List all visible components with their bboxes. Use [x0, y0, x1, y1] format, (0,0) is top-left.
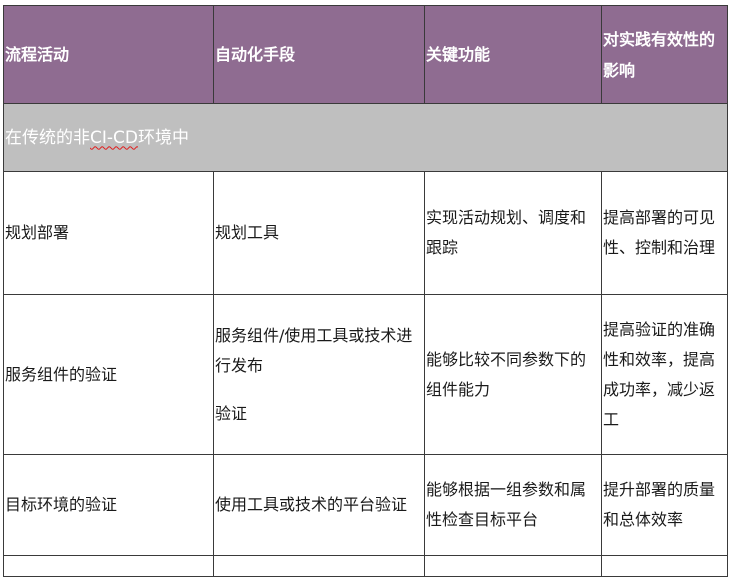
- section-heading-suffix: 环境中: [137, 127, 189, 148]
- function-cell: 能够比较不同参数下的组件能力: [424, 294, 602, 455]
- process-automation-table: 流程活动 自动化手段 关键功能 对实践有效性的影响 在传统的非CI-CD环境中 …: [3, 5, 728, 577]
- function-cell: 能够根据一组参数和属性检查目标平台: [424, 454, 602, 556]
- section-heading: 在传统的非CI-CD环境中: [3, 103, 728, 172]
- table-row: 目标环境的验证 使用工具或技术的平台验证 能够根据一组参数和属性检查目标平台 提…: [3, 454, 728, 556]
- empty-cell: [3, 555, 214, 577]
- empty-cell: [601, 555, 728, 577]
- automation-text: 服务组件/使用工具或技术进行发布: [215, 325, 413, 375]
- automation-text: 验证: [215, 403, 248, 423]
- section-heading-prefix: 在传统的非: [5, 127, 90, 148]
- impact-cell: 提高验证的准确性和效率，提高成功率，减少返工: [601, 294, 728, 455]
- header-cell-activity: 流程活动: [3, 5, 214, 104]
- impact-cell: 提升部署的质量和总体效率: [601, 454, 728, 556]
- empty-cell: [213, 555, 425, 577]
- table-row: 规划部署 规划工具 实现活动规划、调度和跟踪 提高部署的可见性、控制和治理: [3, 171, 728, 295]
- automation-cell: 规划工具: [213, 171, 425, 295]
- activity-cell: 目标环境的验证: [3, 454, 214, 556]
- table-header-row: 流程活动 自动化手段 关键功能 对实践有效性的影响: [3, 5, 728, 104]
- automation-text: 规划工具: [215, 223, 280, 242]
- empty-cell: [424, 555, 602, 577]
- header-cell-impact: 对实践有效性的影响: [601, 5, 728, 104]
- section-row: 在传统的非CI-CD环境中: [3, 103, 728, 172]
- automation-text: 使用工具或技术的平台验证: [215, 495, 408, 514]
- spellcheck-flagged-word: CI-CD: [90, 127, 138, 148]
- table-row: 服务组件的验证 服务组件/使用工具或技术进行发布 验证 能够比较不同参数下的组件…: [3, 294, 728, 455]
- activity-cell: 服务组件的验证: [3, 294, 214, 455]
- header-cell-automation: 自动化手段: [213, 5, 425, 104]
- automation-cell: 服务组件/使用工具或技术进行发布 验证: [213, 294, 425, 455]
- table-row-partial: [3, 555, 728, 577]
- impact-cell: 提高部署的可见性、控制和治理: [601, 171, 728, 295]
- activity-cell: 规划部署: [3, 171, 214, 295]
- function-cell: 实现活动规划、调度和跟踪: [424, 171, 602, 295]
- header-cell-function: 关键功能: [424, 5, 602, 104]
- automation-cell: 使用工具或技术的平台验证: [213, 454, 425, 556]
